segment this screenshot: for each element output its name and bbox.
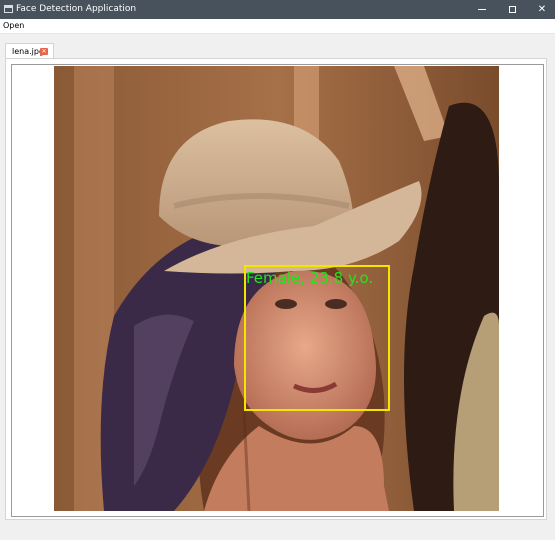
- window-title: Face Detection Application: [16, 4, 137, 14]
- app-window-icon: [4, 5, 13, 13]
- face-detection-label: Female, 23.8 y.o.: [246, 269, 374, 287]
- maximize-button[interactable]: [496, 0, 528, 19]
- maximize-icon: [508, 5, 516, 13]
- title-bar: Face Detection Application ✕: [0, 0, 555, 19]
- tab-lena[interactable]: lena.jpg ✕: [5, 43, 54, 59]
- tab-close-icon[interactable]: ✕: [40, 48, 48, 55]
- portrait-photo: [54, 66, 499, 511]
- close-icon: ✕: [537, 4, 547, 15]
- menu-item-open[interactable]: Open: [3, 21, 24, 30]
- close-button[interactable]: ✕: [526, 0, 555, 19]
- menu-separator: [0, 33, 555, 38]
- status-area: [0, 524, 555, 540]
- minimize-button[interactable]: [466, 0, 498, 19]
- minimize-icon: [478, 8, 486, 10]
- image-view: [54, 66, 499, 511]
- menu-bar: Open: [0, 19, 555, 33]
